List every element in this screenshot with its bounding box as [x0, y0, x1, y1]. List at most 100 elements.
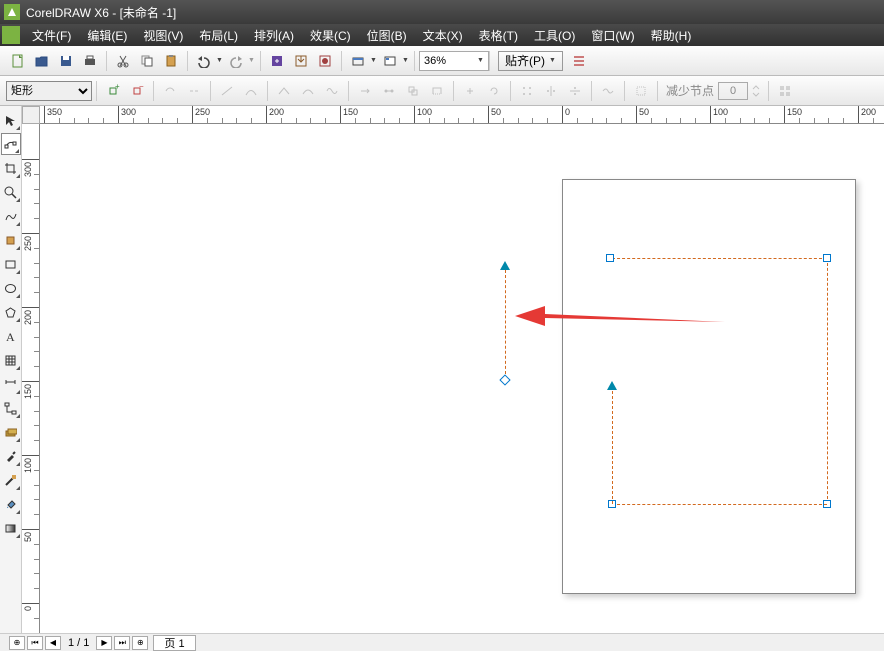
- menu-layout[interactable]: 布局(L): [191, 25, 246, 46]
- zoom-tool[interactable]: [1, 181, 21, 203]
- page-tab[interactable]: 页 1: [153, 635, 195, 651]
- pick-tool[interactable]: [1, 109, 21, 131]
- menu-arrange[interactable]: 排列(A): [246, 25, 302, 46]
- rect-bottom-segment[interactable]: [612, 504, 827, 505]
- select-all-nodes-button[interactable]: [630, 80, 652, 102]
- open-button[interactable]: [31, 50, 53, 72]
- reverse-button[interactable]: [354, 80, 376, 102]
- rotate-button[interactable]: [483, 80, 505, 102]
- dimension-tool[interactable]: [1, 373, 21, 395]
- vertical-ruler[interactable]: 300250200150100500: [22, 124, 40, 633]
- node-handle[interactable]: [606, 254, 614, 262]
- toolbox: A: [0, 106, 22, 633]
- ellipse-tool[interactable]: [1, 277, 21, 299]
- page-last-button[interactable]: ⏭: [114, 636, 130, 650]
- undo-dropdown[interactable]: ▼: [216, 57, 224, 65]
- freehand-tool[interactable]: [1, 205, 21, 227]
- node-handle[interactable]: [499, 374, 510, 385]
- align-nodes-button[interactable]: [516, 80, 538, 102]
- app-launcher-dropdown[interactable]: ▼: [370, 57, 378, 65]
- snap-button[interactable]: 贴齐(P): [498, 51, 563, 71]
- elastic-button[interactable]: [597, 80, 619, 102]
- rect-left-segment[interactable]: [505, 270, 506, 379]
- join-nodes-button[interactable]: [159, 80, 181, 102]
- rect-inner-left-segment[interactable]: [612, 391, 613, 504]
- rectangle-tool[interactable]: [1, 253, 21, 275]
- cusp-button[interactable]: [273, 80, 295, 102]
- delete-node-button[interactable]: −: [126, 80, 148, 102]
- menu-view[interactable]: 视图(V): [135, 25, 191, 46]
- welcome-button[interactable]: [379, 50, 401, 72]
- welcome-dropdown[interactable]: ▼: [402, 57, 410, 65]
- outline-tool[interactable]: [1, 469, 21, 491]
- polygon-tool[interactable]: [1, 301, 21, 323]
- publish-button[interactable]: [314, 50, 336, 72]
- nodes-spinner[interactable]: [749, 80, 763, 102]
- menu-effects[interactable]: 效果(C): [302, 25, 359, 46]
- menu-tools[interactable]: 工具(O): [526, 25, 583, 46]
- menu-file[interactable]: 文件(F): [24, 25, 79, 46]
- paste-icon-button[interactable]: [160, 50, 182, 72]
- menu-window[interactable]: 窗口(W): [583, 25, 642, 46]
- menu-bar: 文件(F) 编辑(E) 视图(V) 布局(L) 排列(A) 效果(C) 位图(B…: [0, 24, 884, 46]
- horizontal-ruler[interactable]: 35030025020015010050050100150200: [40, 106, 884, 124]
- menu-help[interactable]: 帮助(H): [643, 25, 700, 46]
- to-line-button[interactable]: [216, 80, 238, 102]
- reflect-h-button[interactable]: [540, 80, 562, 102]
- reflect-v-button[interactable]: [564, 80, 586, 102]
- extract-button[interactable]: [402, 80, 424, 102]
- page-counter: 1 / 1: [68, 637, 89, 649]
- shape-select[interactable]: 矩形: [6, 81, 92, 101]
- page-next-button[interactable]: ▶: [96, 636, 112, 650]
- rect-right-segment[interactable]: [827, 258, 828, 504]
- crop-tool[interactable]: [1, 157, 21, 179]
- menu-edit[interactable]: 编辑(E): [79, 25, 135, 46]
- zoom-dropdown[interactable]: ▼: [477, 57, 485, 65]
- fill-tool[interactable]: [1, 493, 21, 515]
- page-add-after-button[interactable]: ⊕: [132, 636, 148, 650]
- drawing-canvas[interactable]: [40, 124, 884, 633]
- to-curve-button[interactable]: [240, 80, 262, 102]
- text-tool[interactable]: A: [1, 325, 21, 347]
- node-arrow-icon: [607, 376, 617, 390]
- symmetric-button[interactable]: [321, 80, 343, 102]
- menu-bitmap[interactable]: 位图(B): [359, 25, 415, 46]
- add-node-button[interactable]: +: [102, 80, 124, 102]
- undo-button[interactable]: [193, 50, 215, 72]
- annotation-arrow-icon: [510, 294, 730, 334]
- eyedropper-tool[interactable]: [1, 445, 21, 467]
- save-button[interactable]: [55, 50, 77, 72]
- extend-button[interactable]: [378, 80, 400, 102]
- ruler-corner[interactable]: [22, 106, 40, 124]
- node-handle[interactable]: [823, 254, 831, 262]
- print-button[interactable]: [79, 50, 101, 72]
- shape-tool[interactable]: [1, 133, 21, 155]
- export-button[interactable]: [290, 50, 312, 72]
- menu-text[interactable]: 文本(X): [415, 25, 471, 46]
- app-launcher-button[interactable]: [347, 50, 369, 72]
- menu-table[interactable]: 表格(T): [471, 25, 526, 46]
- page-first-button[interactable]: ⏮: [27, 636, 43, 650]
- redo-dropdown[interactable]: ▼: [248, 57, 256, 65]
- redo-button[interactable]: [225, 50, 247, 72]
- copy-button[interactable]: [136, 50, 158, 72]
- interactive-fill-tool[interactable]: [1, 517, 21, 539]
- cut-button[interactable]: [112, 50, 134, 72]
- page-add-button[interactable]: ⊕: [9, 636, 25, 650]
- import-button[interactable]: [266, 50, 288, 72]
- connector-tool[interactable]: [1, 397, 21, 419]
- stretch-button[interactable]: [459, 80, 481, 102]
- smooth-button[interactable]: [297, 80, 319, 102]
- smart-fill-tool[interactable]: [1, 229, 21, 251]
- work-area: A 35030025020015010050050100150200 30025…: [0, 106, 884, 633]
- close-curve-button[interactable]: [426, 80, 448, 102]
- page-prev-button[interactable]: ◀: [45, 636, 61, 650]
- table-tool[interactable]: [1, 349, 21, 371]
- reduce-nodes-input[interactable]: [718, 82, 748, 100]
- options-button[interactable]: [568, 50, 590, 72]
- interactive-tool[interactable]: [1, 421, 21, 443]
- rect-top-segment[interactable]: [612, 258, 827, 259]
- new-button[interactable]: [7, 50, 29, 72]
- bbox-button[interactable]: [774, 80, 796, 102]
- break-nodes-button[interactable]: [183, 80, 205, 102]
